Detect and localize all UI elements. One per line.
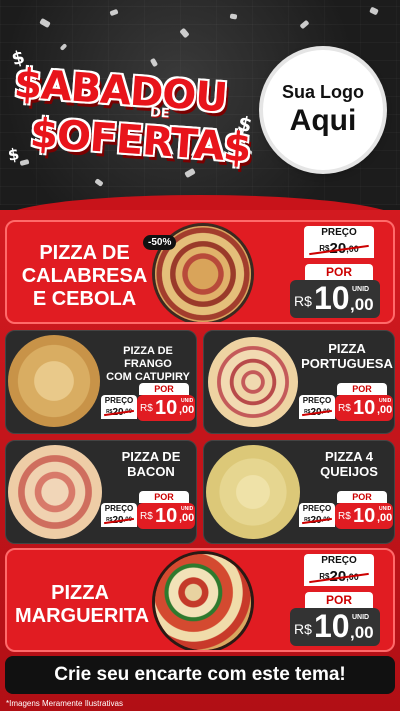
- new-price: R$ 10 UNID ,00: [137, 395, 195, 421]
- new-price-int: 10: [155, 397, 178, 419]
- header-banner: $ $ $ $ABADOU DE $OFERTA$ Sua Logo Aqui: [0, 0, 400, 205]
- old-price-label: PREÇO: [304, 554, 374, 568]
- offer-card-frango[interactable]: PIZZA DE FRANGO COM CATUPIRY POR PREÇO R…: [5, 330, 197, 434]
- product-name: PIZZA MARGUERITA: [15, 582, 150, 628]
- product-name: PIZZA DE FRANGO COM CATUPIRY: [98, 345, 196, 384]
- confetti-piece: [299, 19, 310, 30]
- new-price-currency: R$: [294, 293, 312, 309]
- new-price-label: POR: [337, 383, 387, 395]
- product-name: PIZZA DE CALABRESA E CEBOLA: [17, 242, 152, 311]
- old-price-label: PREÇO: [101, 503, 137, 514]
- new-price-dec: ,00: [377, 404, 393, 416]
- new-price-currency: R$: [140, 511, 153, 522]
- name-line: PIZZA: [328, 341, 366, 356]
- new-price-int: 10: [314, 608, 350, 644]
- pizza-portuguesa-image: [208, 337, 298, 427]
- new-price-dec: ,00: [179, 404, 195, 416]
- new-price-dec: ,00: [350, 295, 374, 314]
- promo-title: $ABADOU DE $OFERTA$: [10, 60, 252, 180]
- old-price-label: PREÇO: [299, 395, 335, 406]
- name-line: PIZZA DE: [39, 242, 130, 264]
- new-price-currency: R$: [140, 403, 153, 414]
- new-price: R$ 10 UNID ,00: [137, 503, 195, 529]
- offer-card-portuguesa[interactable]: PIZZA PORTUGUESA POR PREÇO R$20,00 R$ 10…: [203, 330, 395, 434]
- unit-label: UNID: [352, 614, 370, 621]
- name-line: QUEIJOS: [320, 464, 378, 479]
- new-price-int: 10: [155, 505, 178, 527]
- new-price-label: POR: [337, 491, 387, 503]
- new-price-label: POR: [139, 491, 189, 503]
- new-price-dec: ,00: [350, 623, 374, 642]
- old-price-label: PREÇO: [101, 395, 137, 406]
- logo-line-2: Aqui: [289, 104, 357, 137]
- name-line: PIZZA DE FRANGO: [123, 345, 173, 370]
- old-price-label: PREÇO: [304, 226, 374, 240]
- unit-label: UNID: [352, 286, 370, 293]
- new-price: R$ 10 UNID ,00: [335, 395, 393, 421]
- new-price-currency: R$: [338, 511, 351, 522]
- pizza-marguerita-image: [155, 554, 251, 650]
- new-price-label: POR: [305, 592, 373, 608]
- new-price-label: POR: [305, 264, 373, 280]
- product-name: PIZZA DE BACON: [104, 449, 196, 479]
- new-price: R$ 10 UNID ,00: [290, 280, 380, 318]
- new-price-label: POR: [139, 383, 189, 395]
- new-price-dec: ,00: [179, 512, 195, 524]
- featured-offer-marguerita[interactable]: PIZZA MARGUERITA PREÇO R$20,00 POR R$ 10…: [5, 548, 395, 652]
- new-price-int: 10: [353, 397, 376, 419]
- name-line: PORTUGUESA: [301, 356, 393, 371]
- pizza-frango-image: [8, 335, 100, 427]
- discount-badge: -50%: [143, 235, 177, 250]
- new-price-int: 10: [314, 280, 350, 316]
- name-line: BACON: [127, 464, 175, 479]
- new-price-int: 10: [353, 505, 376, 527]
- confetti-piece: [59, 43, 68, 51]
- confetti-piece: [369, 6, 379, 16]
- offer-card-4-queijos[interactable]: PIZZA 4 QUEIJOS POR PREÇO R$20,00 R$ 10 …: [203, 440, 395, 544]
- name-line: E CEBOLA: [32, 288, 137, 310]
- new-price: R$ 10 UNID ,00: [335, 503, 393, 529]
- confetti-piece: [179, 27, 190, 39]
- new-price-currency: R$: [294, 621, 312, 637]
- new-price-currency: R$: [338, 403, 351, 414]
- name-line: PIZZA DE: [121, 449, 181, 464]
- confetti-piece: [109, 8, 119, 17]
- create-flyer-button[interactable]: Crie seu encarte com este tema!: [5, 656, 395, 694]
- new-price-dec: ,00: [377, 512, 393, 524]
- logo-line-1: Sua Logo: [282, 82, 364, 102]
- confetti-piece: [229, 13, 238, 20]
- pizza-bacon-image: [8, 445, 102, 539]
- new-price: R$ 10 UNID ,00: [290, 608, 380, 646]
- product-name: PIZZA 4 QUEIJOS: [302, 449, 394, 479]
- product-name: PIZZA PORTUGUESA: [300, 341, 394, 371]
- confetti-piece: [39, 17, 51, 29]
- name-line: PIZZA 4: [325, 449, 373, 464]
- pizza-4-queijos-image: [206, 445, 300, 539]
- name-line: PIZZA: [51, 582, 109, 604]
- disclaimer-text: *Imagens Meramente Ilustrativas: [6, 699, 123, 708]
- name-line: CALABRESA: [21, 265, 148, 287]
- old-price-label: PREÇO: [299, 503, 335, 514]
- offer-card-bacon[interactable]: PIZZA DE BACON POR PREÇO R$20,00 R$ 10 U…: [5, 440, 197, 544]
- name-line: MARGUERITA: [15, 605, 150, 627]
- logo-placeholder[interactable]: Sua Logo Aqui: [263, 50, 383, 170]
- featured-offer-calabresa[interactable]: PIZZA DE CALABRESA E CEBOLA -50% PREÇO R…: [5, 220, 395, 324]
